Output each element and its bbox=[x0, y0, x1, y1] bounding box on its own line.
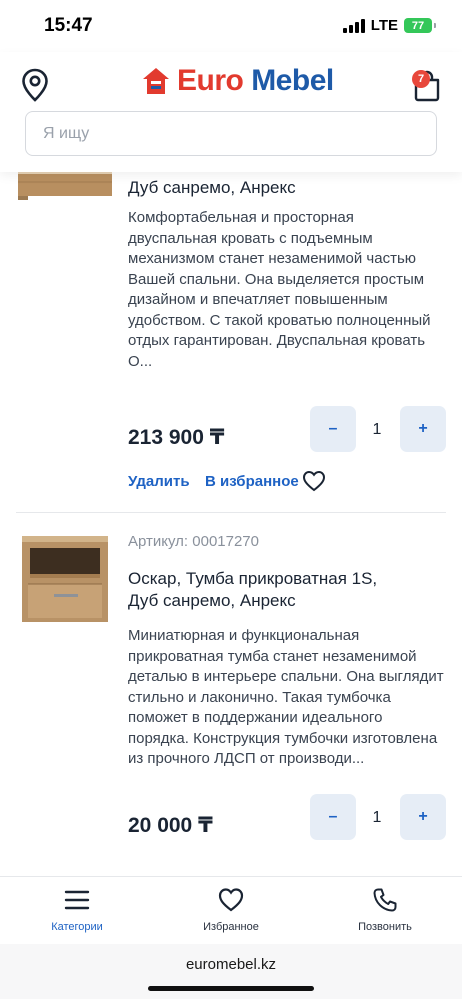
phone-icon bbox=[373, 888, 397, 912]
increase-quantity-button[interactable]: + bbox=[400, 794, 446, 840]
logo-text: Euro Mebel bbox=[177, 64, 334, 97]
battery-icon: 77 bbox=[404, 18, 436, 33]
cart-count-badge: 7 bbox=[412, 70, 430, 88]
bed-product-image[interactable] bbox=[16, 172, 112, 208]
browser-address-bar[interactable]: euromebel.kz bbox=[0, 944, 462, 999]
decrease-quantity-button[interactable]: – bbox=[310, 794, 356, 840]
increase-quantity-button[interactable]: + bbox=[400, 406, 446, 452]
product-title[interactable]: Оскар, Тумба прикроватная 1S, Дуб санрем… bbox=[128, 568, 378, 612]
product-description: Комфортабельная и просторная двуспальная… bbox=[128, 209, 431, 370]
product-price: 213 900 ₸ bbox=[128, 426, 225, 449]
nav-label: Категории bbox=[51, 921, 103, 933]
nightstand-product-image[interactable] bbox=[16, 534, 112, 624]
quantity-value: 1 bbox=[372, 421, 382, 438]
nav-categories[interactable]: Категории bbox=[0, 877, 154, 944]
location-pin-icon[interactable] bbox=[20, 68, 50, 102]
quantity-value: 1 bbox=[372, 809, 382, 826]
heart-outline-icon[interactable] bbox=[302, 470, 326, 492]
nav-label: Позвонить bbox=[358, 921, 412, 933]
status-bar: 15:47 LTE 77 bbox=[0, 0, 462, 52]
product-title[interactable]: Дуб санремо, Анрекс bbox=[128, 177, 448, 199]
remove-button[interactable]: Удалить bbox=[128, 473, 190, 490]
status-indicators: LTE 77 bbox=[342, 17, 436, 34]
item-divider bbox=[16, 512, 446, 513]
search-input[interactable] bbox=[26, 112, 436, 155]
search-box[interactable] bbox=[25, 111, 437, 156]
nav-label: Избранное bbox=[203, 921, 259, 933]
home-indicator[interactable] bbox=[148, 986, 314, 991]
status-time: 15:47 bbox=[44, 15, 93, 36]
bottom-navigation: Категории Избранное Позвонить bbox=[0, 876, 462, 944]
cart-product-list[interactable]: Дуб санремо, Анрекс Комфортабельная и пр… bbox=[0, 172, 462, 876]
product-article: Артикул: 00017270 bbox=[128, 533, 259, 550]
heart-icon bbox=[218, 888, 244, 912]
product-description: Миниатюрная и функциональная прикроватна… bbox=[128, 627, 444, 767]
nav-favorites[interactable]: Избранное bbox=[154, 877, 308, 944]
logo-house-icon bbox=[143, 68, 169, 94]
menu-icon bbox=[64, 890, 90, 910]
decrease-quantity-button[interactable]: – bbox=[310, 406, 356, 452]
euromebel-logo[interactable]: Euro Mebel bbox=[141, 64, 334, 98]
nav-call[interactable]: Позвонить bbox=[308, 877, 462, 944]
add-to-favorites-button[interactable]: В избранное bbox=[205, 473, 299, 490]
url-text[interactable]: euromebel.kz bbox=[0, 956, 462, 973]
network-type: LTE bbox=[370, 17, 398, 34]
product-price: 20 000 ₸ bbox=[128, 814, 213, 837]
app-header: Euro Mebel 7 bbox=[0, 52, 462, 172]
signal-icon bbox=[342, 18, 365, 33]
